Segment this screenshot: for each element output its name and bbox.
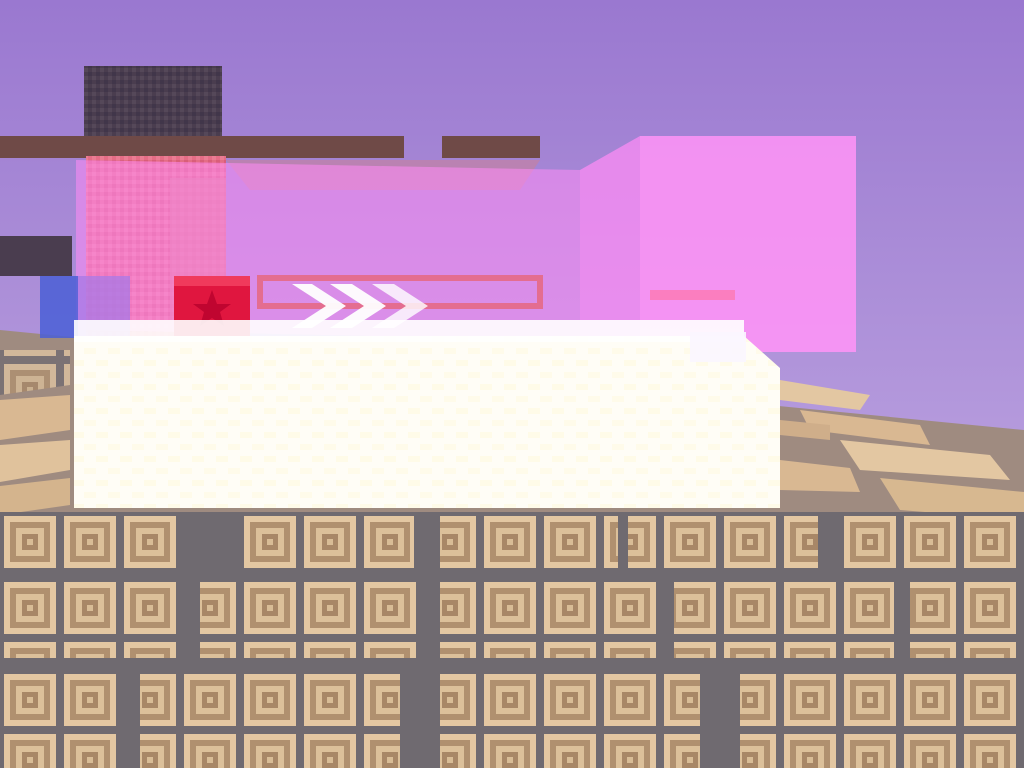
white-glowing-platform xyxy=(74,320,780,508)
brown-beam xyxy=(0,136,404,158)
game-scene xyxy=(0,0,1024,768)
dark-stone-block xyxy=(84,66,222,138)
game-viewport[interactable] xyxy=(0,0,1024,768)
blue-glass-cube xyxy=(40,276,78,338)
